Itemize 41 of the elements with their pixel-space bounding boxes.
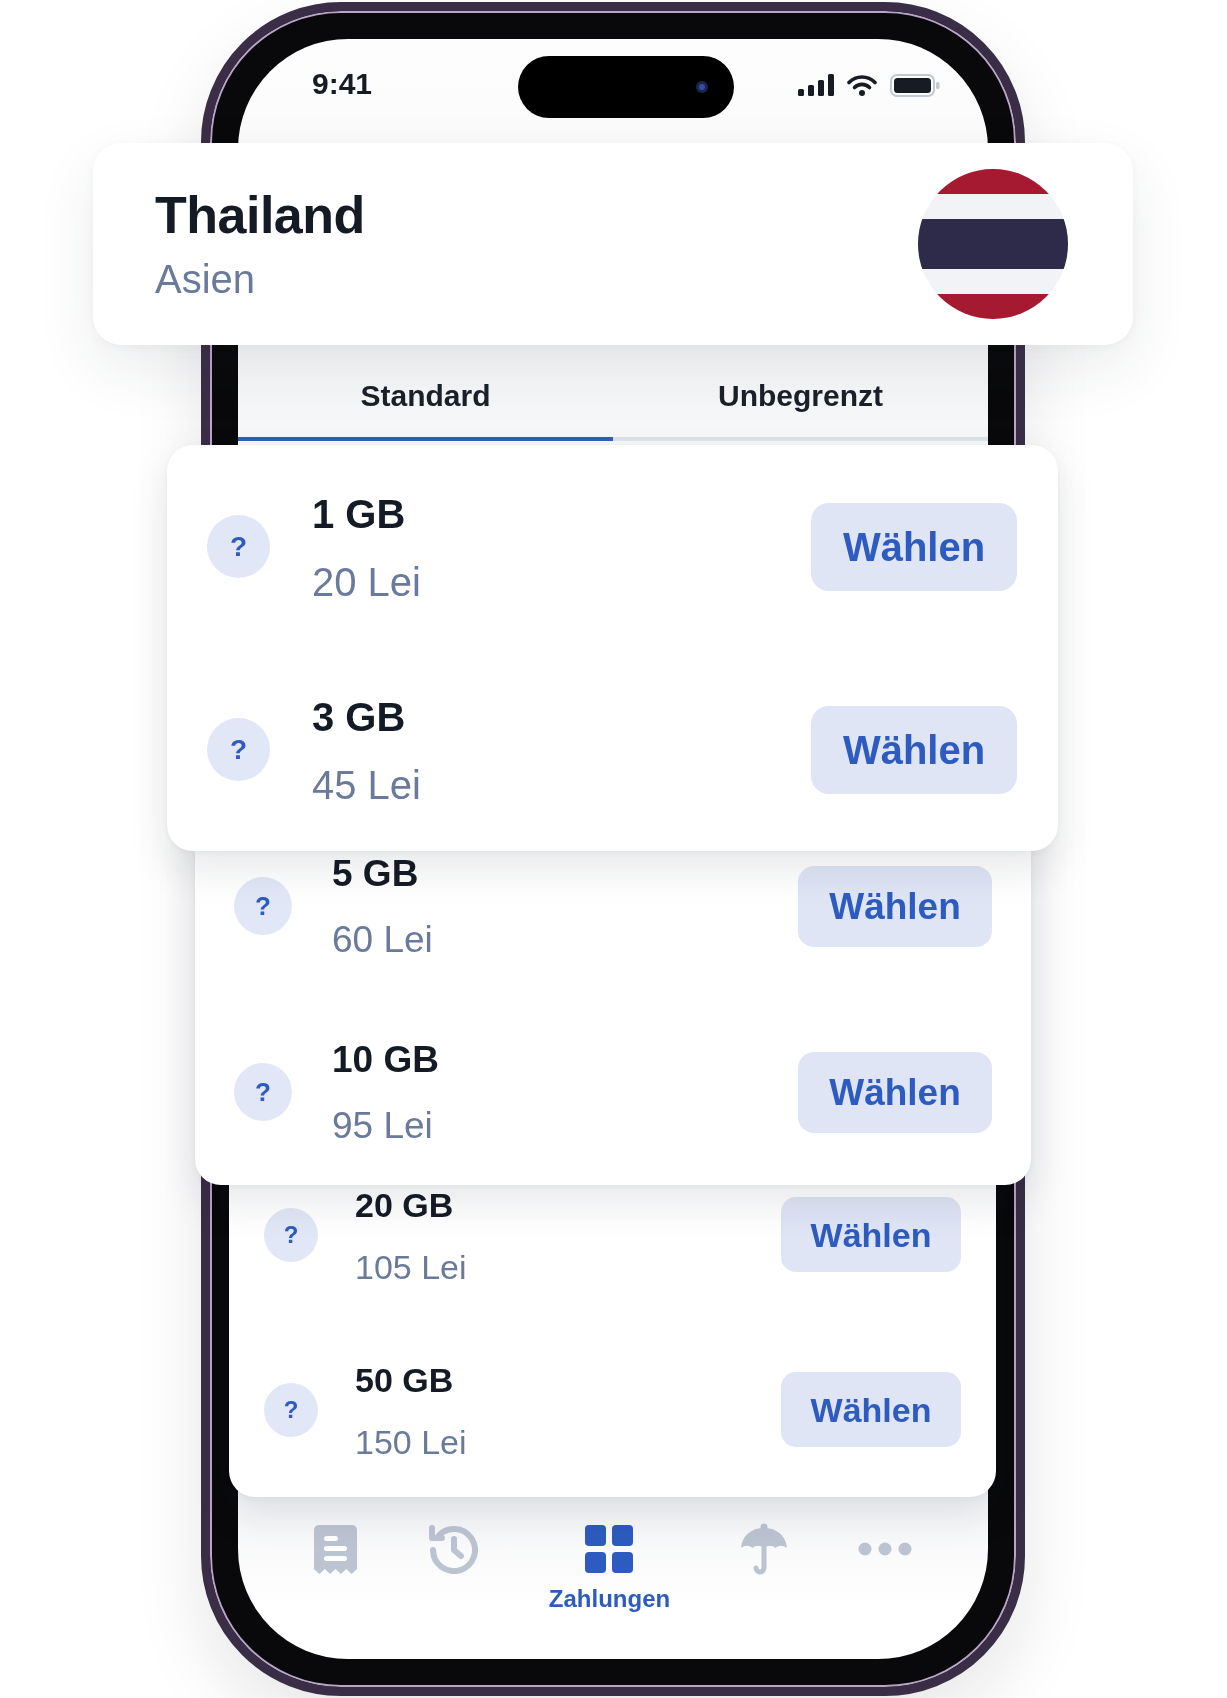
grid-icon <box>585 1525 634 1573</box>
battery-icon <box>890 73 940 97</box>
select-button[interactable]: Wählen <box>811 502 1017 591</box>
select-button[interactable]: Wählen <box>811 705 1017 794</box>
select-button[interactable]: Wählen <box>798 865 992 947</box>
price-text: 95 Lei <box>332 1104 433 1148</box>
help-button[interactable]: ? <box>207 515 270 578</box>
select-button[interactable]: Wählen <box>781 1372 961 1447</box>
help-button[interactable]: ? <box>264 1382 318 1437</box>
wifi-icon <box>847 74 877 96</box>
price-text: 60 Lei <box>332 918 433 962</box>
price-text: 150 Lei <box>355 1421 467 1462</box>
select-button[interactable]: Wählen <box>781 1197 961 1272</box>
camera-lens-icon <box>696 81 708 93</box>
select-button[interactable]: Wählen <box>798 1051 992 1133</box>
help-button[interactable]: ? <box>234 1063 292 1121</box>
help-button[interactable]: ? <box>264 1207 318 1262</box>
nav-button[interactable] <box>741 1524 788 1574</box>
region-name: Asien <box>155 256 256 303</box>
signal-icon <box>798 74 834 96</box>
flag-icon <box>918 169 1068 319</box>
data-amount: 50 GB <box>355 1359 454 1400</box>
nav-button[interactable] <box>313 1524 357 1574</box>
data-amount: 3 GB <box>312 693 406 741</box>
price-text: 45 Lei <box>312 761 421 809</box>
nav-button[interactable] <box>427 1524 478 1574</box>
help-button[interactable]: ? <box>207 718 270 781</box>
status-time: 9:41 <box>312 67 373 101</box>
price-text: 105 Lei <box>355 1246 467 1287</box>
nav-button[interactable]: Zahlungen <box>548 1524 671 1614</box>
data-amount: 1 GB <box>312 490 406 538</box>
umbrella-icon <box>741 1523 788 1575</box>
history-icon <box>427 1524 478 1574</box>
country-name: Thailand <box>155 185 365 245</box>
data-amount: 5 GB <box>332 852 419 896</box>
price-text: 20 Lei <box>312 558 421 606</box>
receipt-icon <box>313 1524 357 1574</box>
data-amount: 20 GB <box>355 1184 454 1225</box>
help-button[interactable]: ? <box>234 877 292 935</box>
more-icon <box>858 1542 913 1556</box>
data-amount: 10 GB <box>332 1038 439 1082</box>
